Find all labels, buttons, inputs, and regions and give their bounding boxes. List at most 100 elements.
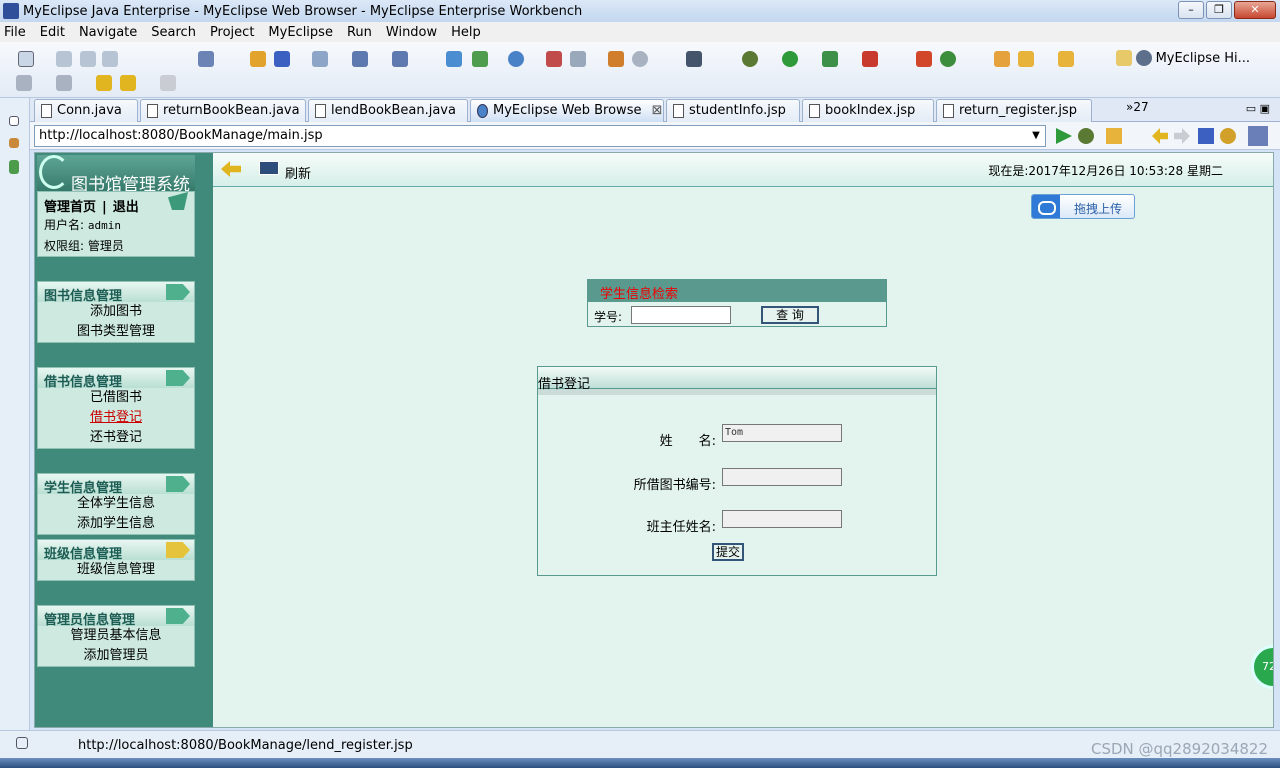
tab-bookindex-jsp[interactable]: bookIndex.jsp [802, 99, 934, 122]
form-divider [538, 389, 936, 395]
refresh-link[interactable]: 刷新 [285, 163, 311, 182]
return-register-link[interactable]: 还书登记 [38, 428, 194, 448]
tab-web-browser[interactable]: MyEclipse Web Browse ⊠ [470, 99, 664, 122]
refresh-tool-icon[interactable] [940, 51, 956, 67]
add-admin-link[interactable]: 添加管理员 [38, 646, 194, 666]
url-input[interactable]: http://localhost:8080/BookManage/main.js… [34, 125, 1046, 147]
package-icon[interactable] [250, 51, 266, 67]
username-row: 用户名: admin [44, 218, 121, 232]
open-folder-icon[interactable] [994, 51, 1010, 67]
jsp-icon[interactable] [472, 51, 488, 67]
logout-link[interactable]: 退出 [113, 200, 139, 215]
add-student-link[interactable]: 添加学生信息 [38, 514, 194, 534]
stop-icon[interactable] [1198, 128, 1214, 144]
form-title: 借书登记 [538, 367, 936, 392]
hierarchy-icon[interactable] [9, 160, 19, 174]
tabs-overflow[interactable]: »27 [1126, 100, 1149, 114]
fast-view-icon[interactable] [16, 737, 28, 749]
forward-history-icon[interactable] [160, 75, 176, 91]
menu-edit[interactable]: Edit [40, 25, 65, 40]
save-all-icon[interactable] [80, 51, 96, 67]
tab-conn-java[interactable]: Conn.java [34, 99, 138, 122]
menu-run[interactable]: Run [347, 25, 372, 40]
student-id-input[interactable] [631, 306, 731, 324]
run-config-icon[interactable] [822, 51, 838, 67]
camera-icon[interactable] [686, 51, 702, 67]
new-project-icon[interactable] [198, 51, 214, 67]
close-window-button[interactable]: ✕ [1234, 1, 1276, 19]
favorites-icon[interactable] [1106, 128, 1122, 144]
menu-search[interactable]: Search [151, 25, 196, 40]
floating-widget[interactable]: 72 [1251, 645, 1273, 689]
all-students-link[interactable]: 全体学生信息 [38, 494, 194, 514]
print-icon[interactable] [102, 51, 118, 67]
go-icon[interactable] [1056, 128, 1072, 144]
menu-navigate[interactable]: Navigate [79, 25, 137, 40]
book-id-label: 所借图书编号: [633, 478, 716, 493]
refresh-page-icon[interactable] [1220, 128, 1236, 144]
open-perspective-icon[interactable] [1115, 50, 1132, 66]
new-file-icon[interactable] [18, 51, 34, 67]
tab-returnbookbean-java[interactable]: returnBookBean.java [140, 99, 306, 122]
wand-icon[interactable] [1018, 51, 1034, 67]
debug-page-icon[interactable] [1078, 128, 1094, 144]
external-tools-icon[interactable] [862, 51, 878, 67]
submit-button[interactable]: 提交 [712, 543, 744, 561]
minimize-maximize-view-icons[interactable]: ▭ ▣ [1246, 102, 1270, 115]
back-history-icon[interactable] [120, 75, 136, 91]
tab-studentinfo-jsp[interactable]: studentInfo.jsp [666, 99, 800, 122]
name-input[interactable]: Tom [722, 424, 842, 442]
drag-upload-button[interactable]: 拖拽上传 [1031, 194, 1135, 219]
query-button[interactable]: 查 询 [761, 306, 819, 324]
bookmark-icon[interactable] [546, 51, 562, 67]
add-book-link[interactable]: 添加图书 [38, 302, 194, 322]
tab-lendbookbean-java[interactable]: lendBookBean.java [308, 99, 468, 122]
new-class-icon[interactable] [916, 51, 932, 67]
menu-project[interactable]: Project [210, 25, 254, 40]
maximize-button[interactable]: ❐ [1206, 1, 1232, 19]
forward-icon[interactable] [1174, 128, 1190, 144]
save-icon[interactable] [56, 51, 72, 67]
book-type-link[interactable]: 图书类型管理 [38, 322, 194, 342]
content-topbar: 刷新 现在是:2017年12月26日 10:53:28 星期二 [213, 153, 1273, 187]
prev-annotation-icon[interactable] [56, 75, 72, 91]
book-id-input[interactable] [722, 468, 842, 486]
url-dropdown-icon[interactable]: ▼ [1028, 126, 1044, 146]
next-annotation-icon[interactable] [16, 75, 32, 91]
class-manage-link[interactable]: 班级信息管理 [38, 560, 194, 580]
minimize-button[interactable]: – [1178, 1, 1204, 19]
server-icon[interactable] [312, 51, 328, 67]
perspective-switcher[interactable]: MyEclipse Hi... [1115, 50, 1250, 66]
globe-icon[interactable] [508, 51, 524, 67]
web-project-icon[interactable] [446, 51, 462, 67]
package-explorer-icon[interactable] [9, 138, 19, 148]
undeploy-icon[interactable] [392, 51, 408, 67]
jsp-file-icon [673, 104, 684, 118]
back-arrow-icon[interactable] [221, 161, 241, 177]
left-trim-bar [0, 98, 30, 738]
search-tool-icon[interactable] [632, 51, 648, 67]
debug-icon[interactable] [742, 51, 758, 67]
lend-register-link[interactable]: 借书登记 [38, 408, 194, 428]
tab-return-register-jsp[interactable]: return_register.jsp [936, 99, 1092, 122]
browser-address-bar: http://localhost:8080/BookManage/main.js… [30, 122, 1280, 150]
admin-info-link[interactable]: 管理员基本信息 [38, 626, 194, 646]
back-icon[interactable] [1152, 128, 1168, 144]
menu-myeclipse[interactable]: MyEclipse [268, 25, 333, 40]
lent-books-link[interactable]: 已借图书 [38, 388, 194, 408]
home-link[interactable]: 管理首页 [44, 200, 96, 215]
run-icon[interactable] [782, 51, 798, 67]
restore-view-icon[interactable] [9, 116, 19, 126]
refresh-icon[interactable] [259, 161, 279, 175]
menu-help[interactable]: Help [451, 25, 481, 40]
teacher-input[interactable] [722, 510, 842, 528]
menu-file[interactable]: File [4, 25, 26, 40]
close-tab-icon[interactable]: ⊠ [652, 103, 663, 118]
menu-window[interactable]: Window [386, 25, 437, 40]
last-edit-icon[interactable] [96, 75, 112, 91]
database-icon[interactable] [608, 51, 624, 67]
pencil-icon[interactable] [1058, 51, 1074, 67]
cube-icon[interactable] [274, 51, 290, 67]
deploy-icon[interactable] [352, 51, 368, 67]
open-type-icon[interactable] [570, 51, 586, 67]
